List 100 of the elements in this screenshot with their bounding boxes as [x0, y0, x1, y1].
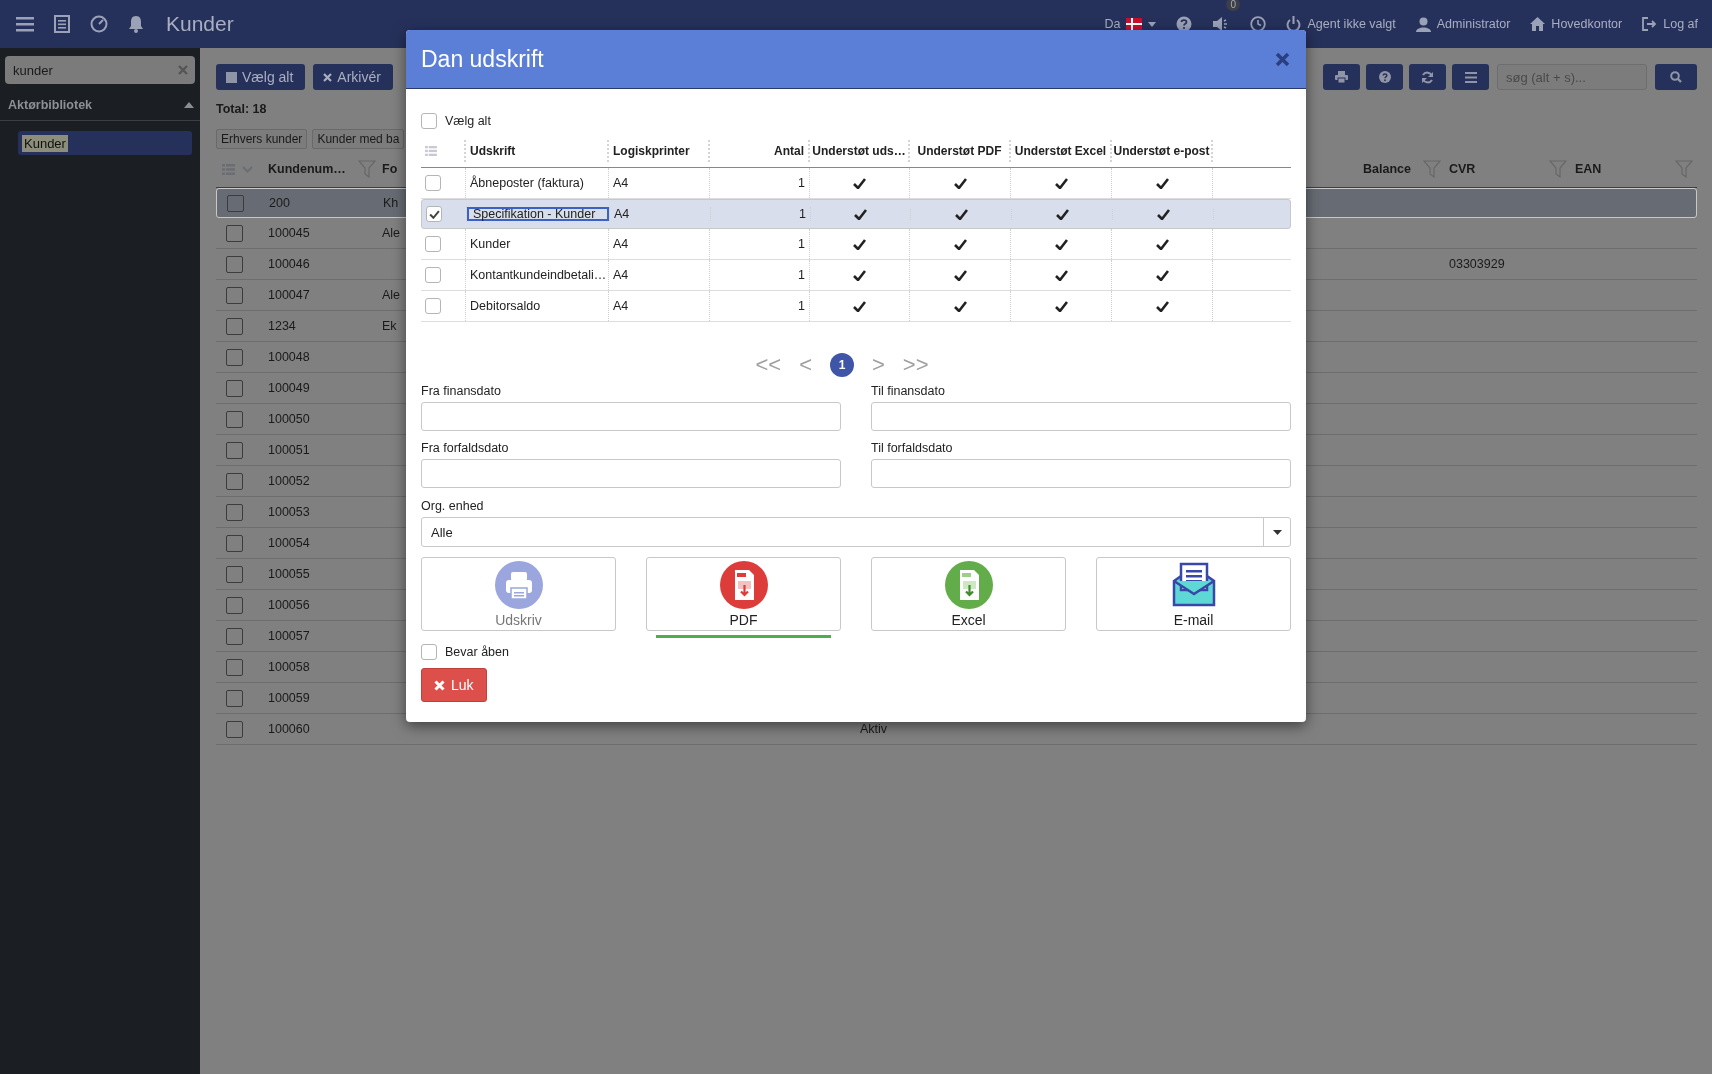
power-icon [1286, 16, 1302, 32]
checkbox[interactable] [425, 298, 441, 314]
field-label: Fra forfaldsdato [421, 441, 510, 455]
checkbox[interactable] [226, 689, 243, 707]
search-field[interactable]: kunder [5, 56, 195, 84]
bell-icon[interactable] [128, 15, 144, 33]
checkbox[interactable] [226, 317, 243, 335]
sidebar-item[interactable]: Kunder [18, 131, 192, 155]
table-cell: 100051 [268, 443, 310, 457]
column-header[interactable]: Logiskprinter [613, 144, 690, 158]
filter-chip[interactable]: Kunder med ba [312, 129, 405, 149]
table-row[interactable]: Debitorsaldo A4 1 [421, 291, 1291, 322]
help-icon [1378, 71, 1391, 83]
close-button[interactable]: Luk [421, 668, 487, 702]
checkbox[interactable] [226, 503, 243, 521]
table-row[interactable]: Kontantkundeindbetali… A4 1 [421, 260, 1291, 291]
checkbox[interactable] [226, 224, 243, 242]
table-cell: 100046 [268, 257, 310, 271]
checkbox[interactable] [226, 348, 243, 366]
table-row[interactable]: Kunder A4 1 [421, 229, 1291, 260]
checkbox[interactable] [226, 720, 243, 738]
pdf-button[interactable]: PDF [646, 557, 841, 631]
caret-icon[interactable] [184, 102, 194, 108]
checkbox[interactable] [226, 627, 243, 645]
column-header[interactable]: Fo [382, 162, 398, 176]
checkbox[interactable] [226, 472, 243, 490]
table-cell: 1234 [268, 319, 296, 333]
column-header[interactable]: Understøt PDF [917, 144, 1002, 158]
table-cell: 1 [798, 299, 805, 313]
date-field[interactable] [421, 402, 841, 431]
column-header[interactable]: EAN [1575, 162, 1602, 176]
menu-icon[interactable] [16, 16, 34, 32]
office-button[interactable]: Hovedkontor [1530, 17, 1623, 31]
print-button[interactable] [1323, 64, 1360, 90]
checkbox[interactable] [226, 410, 243, 428]
section-title[interactable]: Aktørbibliotek [8, 98, 93, 112]
table-cell: Ale [382, 288, 401, 302]
refresh-icon [1421, 70, 1434, 84]
checkbox[interactable] [226, 255, 243, 273]
table-cell: Aktiv [860, 722, 888, 736]
filter-chip[interactable]: Erhvers kunder [216, 129, 308, 149]
column-header[interactable]: Understøt e-post [1113, 144, 1210, 158]
logout-button[interactable]: Log af [1642, 17, 1698, 31]
org-unit-dropdown[interactable]: Alle [421, 517, 1291, 547]
help-button[interactable] [1366, 64, 1403, 90]
excel-button[interactable]: Excel [871, 557, 1066, 631]
checkbox[interactable] [226, 565, 243, 583]
column-header[interactable]: Udskrift [470, 144, 516, 158]
agent-button[interactable]: Agent ikke valgt [1286, 16, 1396, 32]
checkbox[interactable] [226, 379, 243, 397]
checkbox[interactable] [425, 267, 441, 283]
checkbox-label[interactable]: Vælg alt [445, 114, 491, 128]
table-cell: 100052 [268, 474, 310, 488]
checkbox[interactable] [226, 596, 243, 614]
checkbox[interactable] [226, 658, 243, 676]
gauge-icon[interactable] [90, 15, 108, 33]
column-header[interactable]: Understøt uds… [812, 144, 906, 158]
spreadsheet-file-icon [944, 560, 993, 609]
list-icon[interactable] [54, 15, 70, 33]
table-cell: A4 [613, 299, 629, 313]
close-icon[interactable] [1275, 51, 1290, 67]
checkbox[interactable] [425, 175, 441, 191]
search-button[interactable] [1655, 64, 1697, 90]
checkbox[interactable] [227, 194, 244, 212]
user-button[interactable]: Administrator [1415, 16, 1511, 32]
user-icon [1415, 16, 1431, 32]
checkbox[interactable] [226, 534, 243, 552]
table-cell: 100050 [268, 412, 310, 426]
select-all-button[interactable]: Vælg alt [216, 64, 306, 90]
table-cell: 100054 [268, 536, 310, 550]
column-header[interactable]: Understøt Excel [1014, 144, 1107, 158]
column-header[interactable]: Kundenum… [268, 162, 346, 176]
column-header[interactable]: Antal [774, 144, 804, 158]
help-icon[interactable] [1176, 16, 1193, 32]
table-cell: A4 [614, 207, 630, 221]
checkbox[interactable] [425, 236, 441, 252]
menu-button[interactable] [1452, 64, 1489, 90]
archive-button[interactable]: Arkivér [313, 64, 393, 90]
column-header[interactable]: CVR [1449, 162, 1476, 176]
table-cell: Kontantkundeindbetali… [470, 268, 607, 282]
date-field[interactable] [871, 459, 1291, 488]
table-cell: 100057 [268, 629, 310, 643]
table-cell: Kh [383, 196, 399, 210]
checkbox[interactable] [426, 206, 442, 222]
checkbox[interactable] [226, 441, 243, 459]
clear-icon[interactable] [178, 65, 188, 75]
checkbox-label[interactable]: Bevar åben [445, 645, 509, 659]
table-cell: Kunder [470, 237, 511, 251]
checkbox[interactable] [226, 286, 243, 304]
page-button[interactable]: 1 [830, 353, 854, 377]
date-field[interactable] [421, 459, 841, 488]
checkbox[interactable] [421, 113, 437, 129]
email-button[interactable]: E-mail [1096, 557, 1291, 631]
clock-icon[interactable] [1250, 16, 1267, 32]
checkbox[interactable] [421, 644, 437, 660]
table-cell: 100048 [268, 350, 310, 364]
column-header[interactable]: Balance [1363, 162, 1411, 176]
table-row[interactable]: Specifikation - Kunder A4 1 [421, 199, 1291, 229]
date-field[interactable] [871, 402, 1291, 431]
refresh-button[interactable] [1409, 64, 1446, 90]
